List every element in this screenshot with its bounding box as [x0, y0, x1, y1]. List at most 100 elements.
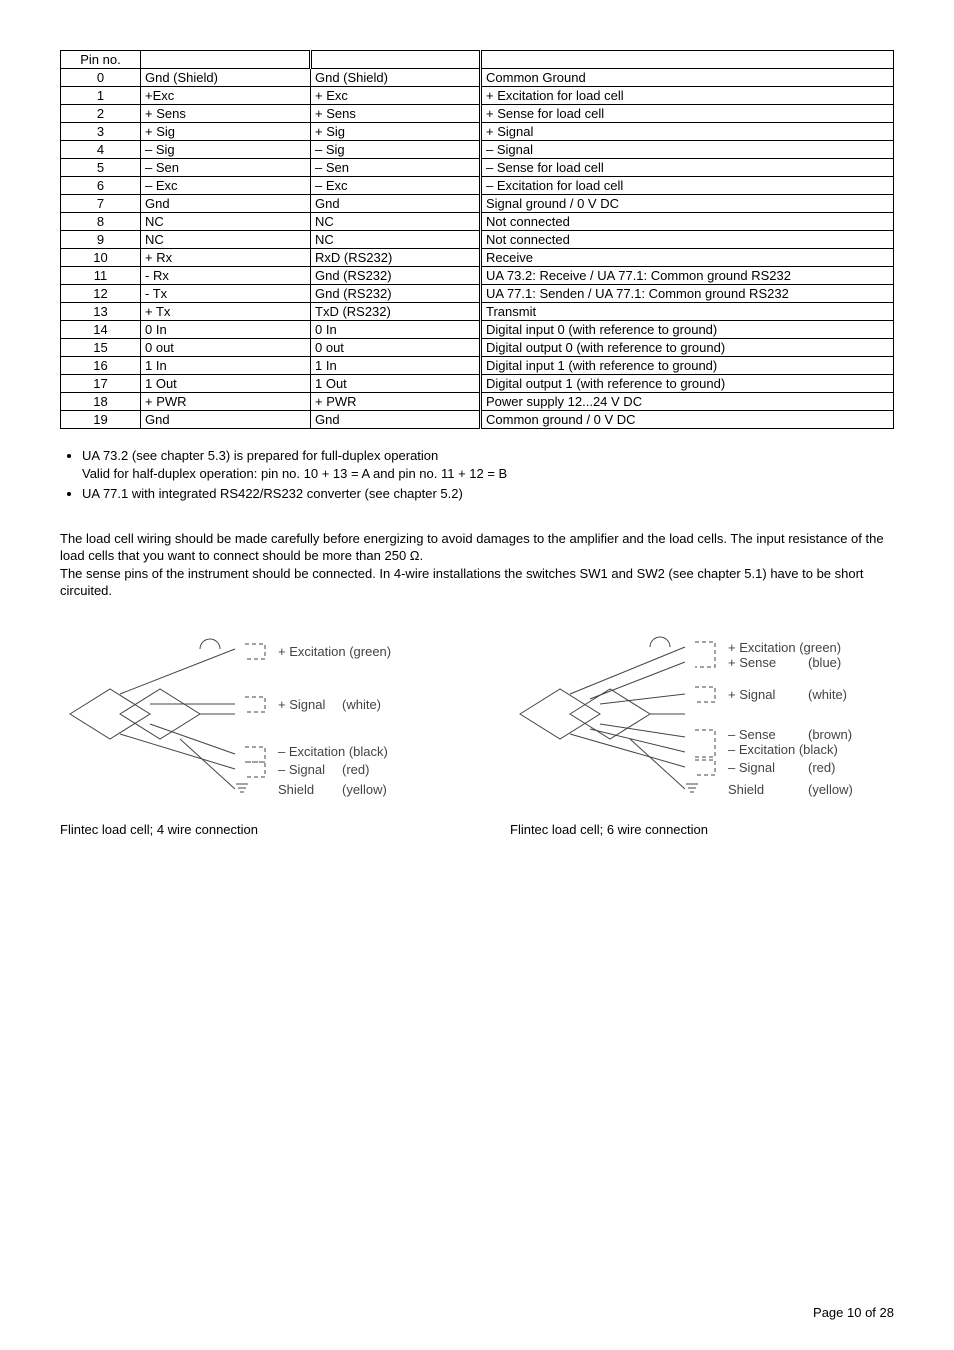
table-row: 2+ Sens+ Sens+ Sense for load cell: [61, 105, 894, 123]
cell: – Signal: [481, 141, 894, 159]
table-row: 6– Exc– Exc– Excitation for load cell: [61, 177, 894, 195]
cell: Gnd: [311, 195, 481, 213]
cell-pin: 17: [61, 375, 141, 393]
table-row: 19GndGndCommon ground / 0 V DC: [61, 411, 894, 429]
table-row: 1+Exc+ Exc+ Excitation for load cell: [61, 87, 894, 105]
cell: Not connected: [481, 213, 894, 231]
svg-text:+ Excitation (green): + Excitation (green): [278, 644, 391, 659]
cell: + Rx: [141, 249, 311, 267]
cell-pin: 12: [61, 285, 141, 303]
cell: 0 out: [311, 339, 481, 357]
svg-text:+ Signal: + Signal: [278, 697, 325, 712]
cell-pin: 4: [61, 141, 141, 159]
cell-pin: 10: [61, 249, 141, 267]
cell-pin: 7: [61, 195, 141, 213]
cell-pin: 0: [61, 69, 141, 87]
table-row: 150 out0 outDigital output 0 (with refer…: [61, 339, 894, 357]
svg-text:– Sense: – Sense: [728, 727, 776, 742]
cell: +Exc: [141, 87, 311, 105]
diagram-4wire-svg: + Excitation (green) + Signal(white) – E…: [60, 634, 420, 804]
cell: – Sig: [311, 141, 481, 159]
table-row: 12- TxGnd (RS232)UA 77.1: Senden / UA 77…: [61, 285, 894, 303]
cell: Digital output 1 (with reference to grou…: [481, 375, 894, 393]
table-row: 161 In1 InDigital input 1 (with referenc…: [61, 357, 894, 375]
svg-text:+ Sense: + Sense: [728, 655, 776, 670]
notes-list: UA 73.2 (see chapter 5.3) is prepared fo…: [60, 447, 894, 504]
svg-text:(white): (white): [342, 697, 381, 712]
cell-pin: 2: [61, 105, 141, 123]
cell: Common ground / 0 V DC: [481, 411, 894, 429]
cell: + Tx: [141, 303, 311, 321]
cell: 0 In: [311, 321, 481, 339]
cell-pin: 9: [61, 231, 141, 249]
cell: NC: [141, 213, 311, 231]
cell-pin: 19: [61, 411, 141, 429]
svg-text:(brown): (brown): [808, 727, 852, 742]
cell: + Signal: [481, 123, 894, 141]
table-row: 13+ TxTxD (RS232)Transmit: [61, 303, 894, 321]
diagram-6wire-caption: Flintec load cell; 6 wire connection: [510, 822, 890, 837]
cell: – Sense for load cell: [481, 159, 894, 177]
svg-text:+ Excitation (green): + Excitation (green): [728, 640, 841, 655]
cell-pin: 15: [61, 339, 141, 357]
table-row: 4– Sig– Sig– Signal: [61, 141, 894, 159]
cell-pin: 5: [61, 159, 141, 177]
svg-text:(yellow): (yellow): [808, 782, 853, 797]
note-1: UA 73.2 (see chapter 5.3) is prepared fo…: [82, 447, 894, 483]
cell: + Sig: [141, 123, 311, 141]
col-pin-no: Pin no.: [61, 51, 141, 69]
cell: + Sens: [141, 105, 311, 123]
cell: + Exc: [311, 87, 481, 105]
cell: 1 Out: [141, 375, 311, 393]
cell: + PWR: [311, 393, 481, 411]
cell: NC: [141, 231, 311, 249]
cell-pin: 18: [61, 393, 141, 411]
cell: + Excitation for load cell: [481, 87, 894, 105]
cell-pin: 14: [61, 321, 141, 339]
wiring-paragraph: The load cell wiring should be made care…: [60, 530, 894, 600]
cell: Gnd (RS232): [311, 285, 481, 303]
table-row: 9NCNCNot connected: [61, 231, 894, 249]
table-row: 0Gnd (Shield)Gnd (Shield)Common Ground: [61, 69, 894, 87]
cell-pin: 13: [61, 303, 141, 321]
cell: UA 73.2: Receive / UA 77.1: Common groun…: [481, 267, 894, 285]
cell: 1 In: [311, 357, 481, 375]
cell-pin: 16: [61, 357, 141, 375]
cell: TxD (RS232): [311, 303, 481, 321]
cell: – Sen: [141, 159, 311, 177]
svg-text:(yellow): (yellow): [342, 782, 387, 797]
page-footer: Page 10 of 28: [813, 1305, 894, 1320]
cell: 0 In: [141, 321, 311, 339]
cell: – Exc: [311, 177, 481, 195]
svg-text:– Signal: – Signal: [728, 760, 775, 775]
table-row: 3+ Sig+ Sig+ Signal: [61, 123, 894, 141]
cell: Digital input 0 (with reference to groun…: [481, 321, 894, 339]
cell: Digital output 0 (with reference to grou…: [481, 339, 894, 357]
diagram-6wire: + Excitation (green) + Sense(blue) + Sig…: [510, 634, 890, 837]
cell: Gnd: [141, 411, 311, 429]
cell: Common Ground: [481, 69, 894, 87]
diagram-6wire-svg: + Excitation (green) + Sense(blue) + Sig…: [510, 634, 890, 804]
note-2: UA 77.1 with integrated RS422/RS232 conv…: [82, 485, 894, 503]
cell: Gnd: [311, 411, 481, 429]
cell: Receive: [481, 249, 894, 267]
cell: Gnd (Shield): [311, 69, 481, 87]
cell: Gnd: [141, 195, 311, 213]
cell: Digital input 1 (with reference to groun…: [481, 357, 894, 375]
table-row: 7GndGndSignal ground / 0 V DC: [61, 195, 894, 213]
cell: NC: [311, 213, 481, 231]
svg-text:(red): (red): [342, 762, 369, 777]
pin-table: Pin no. 0Gnd (Shield)Gnd (Shield)Common …: [60, 50, 894, 429]
cell: - Rx: [141, 267, 311, 285]
col-h4: [481, 51, 894, 69]
cell: – Sig: [141, 141, 311, 159]
cell: – Excitation for load cell: [481, 177, 894, 195]
svg-text:(white): (white): [808, 687, 847, 702]
svg-text:(blue): (blue): [808, 655, 841, 670]
cell: 1 Out: [311, 375, 481, 393]
cell: – Sen: [311, 159, 481, 177]
table-row: 140 In0 InDigital input 0 (with referenc…: [61, 321, 894, 339]
table-row: 10+ RxRxD (RS232)Receive: [61, 249, 894, 267]
cell-pin: 8: [61, 213, 141, 231]
cell: 1 In: [141, 357, 311, 375]
